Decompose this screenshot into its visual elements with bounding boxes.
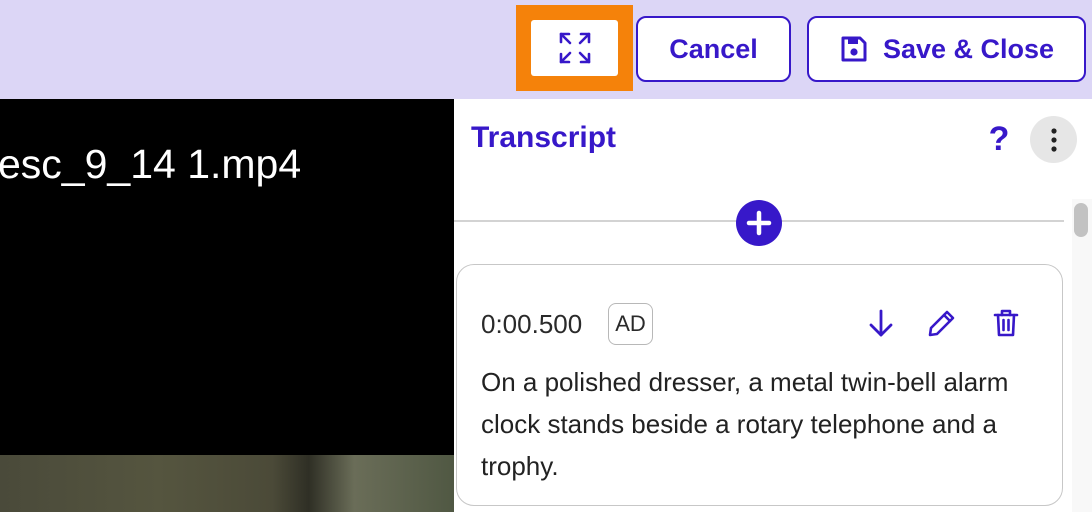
transcript-entry-card: 0:00.500 AD On a polished dresser, a met…	[456, 264, 1063, 506]
cancel-button-label: Cancel	[669, 33, 758, 64]
entry-description-text[interactable]: On a polished dresser, a metal twin-bell…	[481, 361, 1041, 487]
top-toolbar: Cancel Save & Close	[0, 0, 1092, 99]
fullscreen-icon	[559, 32, 590, 64]
trash-icon	[993, 309, 1019, 337]
save-and-close-label: Save & Close	[882, 33, 1055, 64]
vertical-dots-icon	[1050, 127, 1057, 152]
delete-button[interactable]	[988, 303, 1024, 343]
plus-icon	[746, 210, 772, 236]
panel-title: Transcript	[471, 121, 617, 154]
entry-timestamp: 0:00.500	[481, 309, 583, 339]
help-icon[interactable]: ?	[987, 119, 1011, 159]
more-options-button[interactable]	[1030, 116, 1077, 163]
cancel-button[interactable]: Cancel	[636, 16, 791, 82]
audio-description-badge: AD	[608, 303, 653, 345]
video-file-name: esc_9_14 1.mp4	[0, 141, 302, 187]
scrollbar-thumb[interactable]	[1074, 203, 1088, 237]
transcript-panel: Transcript ? 0:00.500 AD On a polished d…	[454, 99, 1092, 512]
video-frame-preview	[0, 455, 454, 512]
fullscreen-button[interactable]	[531, 20, 618, 76]
move-down-button[interactable]	[863, 303, 899, 343]
floppy-disk-icon	[841, 36, 867, 62]
video-player[interactable]: esc_9_14 1.mp4	[0, 99, 454, 512]
edit-button[interactable]	[924, 303, 960, 343]
arrow-down-icon	[869, 309, 893, 337]
add-entry-button[interactable]	[736, 200, 782, 246]
pencil-icon	[928, 310, 955, 337]
scrollbar-track[interactable]	[1072, 199, 1092, 512]
save-and-close-button[interactable]: Save & Close	[807, 16, 1086, 82]
